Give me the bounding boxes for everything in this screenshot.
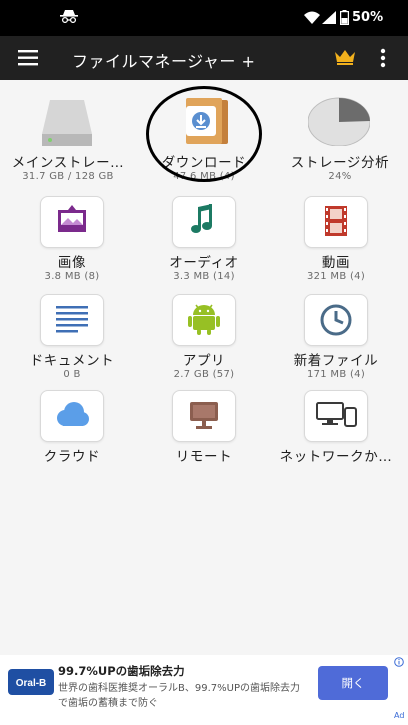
tile-label: リモート [175, 449, 233, 465]
clock-icon [304, 294, 368, 346]
app-bar: ファイルマネージャー + [0, 36, 408, 80]
battery-percent: 50% [352, 10, 384, 25]
tile-documents[interactable]: ドキュメント 0 B [4, 294, 140, 390]
tile-sub: 24% [328, 171, 352, 182]
page-title: ファイルマネージャー + [72, 52, 256, 71]
tile-sub: 31.7 GB / 128 GB [22, 171, 114, 182]
ad-info-icon[interactable] [394, 657, 404, 667]
tile-label: 画像 [57, 255, 87, 271]
tile-label: ネットワークか… [279, 449, 393, 465]
tile-storage-analysis[interactable]: ストレージ分析 24% [272, 96, 408, 192]
tile-sub: 0 B [63, 369, 81, 380]
tile-recent-files[interactable]: 新着ファイル 171 MB (4) [268, 294, 404, 390]
more-vert-icon[interactable] [380, 48, 386, 68]
ad-headline: 99.7%UPの歯垢除去力 [58, 664, 185, 678]
tile-sub: 3.3 MB (14) [173, 271, 235, 282]
tile-label: アプリ [182, 353, 226, 369]
tile-label: メインストレー… [11, 155, 125, 171]
document-icon [40, 294, 104, 346]
android-icon [172, 294, 236, 346]
tile-cloud[interactable]: クラウド [4, 390, 140, 486]
crown-icon[interactable] [334, 49, 356, 65]
wifi-icon [304, 11, 320, 24]
incognito-icon [60, 10, 78, 23]
monitor-icon [172, 390, 236, 442]
ad-open-button[interactable]: 開く [318, 666, 388, 700]
tile-label: 動画 [321, 255, 351, 271]
image-icon [40, 196, 104, 248]
tile-audio[interactable]: オーディオ 3.3 MB (14) [136, 196, 272, 292]
tile-remote[interactable]: リモート [136, 390, 272, 486]
hard-drive-icon [36, 96, 98, 146]
tile-sub: 3.8 MB (8) [44, 271, 100, 282]
signal-icon [322, 11, 336, 24]
tile-label: ドキュメント [29, 353, 115, 369]
circle-annotation [146, 86, 262, 182]
music-note-icon [172, 196, 236, 248]
tile-images[interactable]: 画像 3.8 MB (8) [4, 196, 140, 292]
film-icon [304, 196, 368, 248]
tile-network[interactable]: ネットワークか… [268, 390, 404, 486]
cloud-icon [40, 390, 104, 442]
ad-body: 世界の歯科医推奨オーラルB、99.7%UPの歯垢除去力で歯垢の蓄積まで防ぐ [58, 683, 300, 709]
tile-sub: 321 MB (4) [306, 271, 366, 282]
tile-sub: 171 MB (4) [306, 369, 366, 380]
tile-videos[interactable]: 動画 321 MB (4) [268, 196, 404, 292]
menu-icon[interactable] [18, 50, 38, 66]
oral-b-logo: Oral-B [8, 669, 54, 695]
status-bar: 50% [0, 0, 408, 36]
battery-icon [340, 10, 349, 25]
ad-banner[interactable]: Oral-B 99.7%UPの歯垢除去力 世界の歯科医推奨オーラルB、99.7%… [0, 655, 408, 725]
tile-main-storage[interactable]: メインストレー… 31.7 GB / 128 GB [0, 96, 136, 192]
tile-sub: 2.7 GB (57) [173, 369, 235, 380]
network-devices-icon [304, 390, 368, 442]
tile-label: オーディオ [169, 255, 239, 271]
tile-label: ストレージ分析 [290, 155, 390, 171]
tile-label: 新着ファイル [293, 353, 379, 369]
pie-chart-icon [308, 96, 370, 146]
ad-tag: Ad [394, 711, 405, 720]
tile-apps[interactable]: アプリ 2.7 GB (57) [136, 294, 272, 390]
svg-text:Oral-B: Oral-B [16, 678, 47, 689]
tile-label: クラウド [43, 449, 101, 465]
